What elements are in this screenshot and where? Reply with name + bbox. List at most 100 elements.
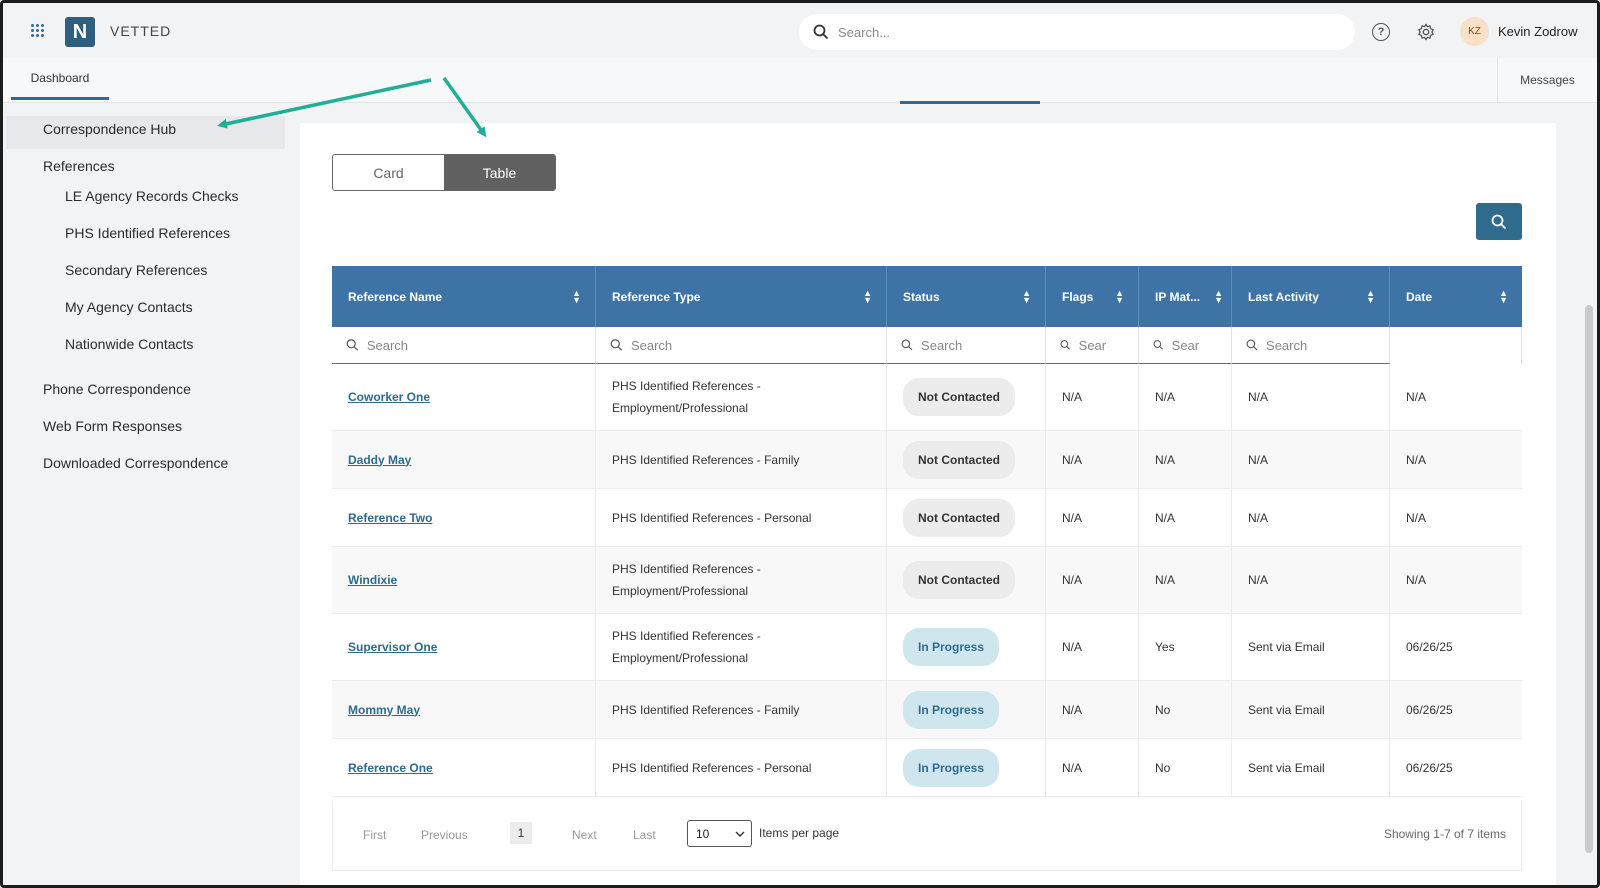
sort-icon[interactable]: ▲ ▼ [572,288,581,304]
filter-input[interactable] [630,337,886,353]
items-per-page-label: Items per page [759,826,840,840]
search-icon [1491,214,1507,229]
filter-input[interactable] [1171,337,1231,353]
filter-input[interactable] [1078,337,1138,353]
filter-reference-name [332,327,596,364]
global-search-input[interactable] [838,24,1318,40]
pagination-current-page[interactable]: 1 [510,822,532,844]
reference-link[interactable]: Reference One [348,757,433,779]
sidebar-item-references[interactable]: References [43,158,115,174]
pagination-first[interactable]: First [363,828,386,842]
table-row: Supervisor One PHS Identified References… [332,614,1522,681]
sidebar-item-secondary-references[interactable]: Secondary References [65,262,207,278]
sort-icon[interactable]: ▲ ▼ [1022,288,1031,304]
filter-ip-match [1139,327,1232,364]
sidebar-item-web-form-responses[interactable]: Web Form Responses [43,418,182,434]
cell-ip-match: N/A [1139,431,1232,488]
card-view-button[interactable]: Card [333,155,444,190]
cell-ip-match: Yes [1139,614,1232,680]
items-per-page-value: 10 [696,826,710,841]
column-label: Date [1406,289,1433,304]
filter-last-activity [1232,327,1390,364]
sort-icon[interactable]: ▲ ▼ [863,288,872,304]
user-name[interactable]: Kevin Zodrow [1498,24,1577,39]
items-per-page-select[interactable]: 10 [687,820,752,847]
vertical-scrollbar[interactable] [1585,305,1593,853]
column-header-date[interactable]: Date ▲ ▼ [1390,266,1522,327]
reference-link[interactable]: Daddy May [348,449,411,471]
column-header-flags[interactable]: Flags ▲ ▼ [1046,266,1139,327]
cell-reference-type: PHS Identified References - Personal [596,739,887,796]
cell-flags: N/A [1046,489,1139,546]
table-row: Reference One PHS Identified References … [332,739,1522,797]
filter-flags [1046,327,1139,364]
sidebar-item-nationwide-contacts[interactable]: Nationwide Contacts [65,336,193,352]
status-badge: Not Contacted [903,378,1015,416]
pagination-bar: First Previous 1 Next Last 10 Items per … [332,801,1522,871]
cell-last-activity: N/A [1232,431,1390,488]
sort-icon[interactable]: ▲ ▼ [1214,288,1223,304]
cell-reference-type: PHS Identified References - Employment/P… [596,364,887,430]
reference-link[interactable]: Coworker One [348,386,430,408]
gear-icon[interactable] [1417,23,1435,41]
status-badge: Not Contacted [903,498,1015,537]
cell-flags: N/A [1046,614,1139,680]
column-header-reference-type[interactable]: Reference Type ▲ ▼ [596,266,887,327]
sidebar-item-phone-correspondence[interactable]: Phone Correspondence [43,381,191,397]
cell-status: In Progress [887,739,1046,796]
chevron-down-icon [735,831,745,837]
sort-icon[interactable]: ▲ ▼ [1366,288,1375,304]
cell-date: 06/26/25 [1406,640,1453,654]
pagination-previous[interactable]: Previous [421,828,468,842]
cell-date: N/A [1406,573,1427,587]
cell-reference-type: PHS Identified References - Employment/P… [596,614,887,680]
global-search[interactable] [799,14,1355,50]
cell-reference-type: PHS Identified References - Employment/P… [596,547,887,613]
reference-link[interactable]: Mommy May [348,699,420,721]
column-header-last-activity[interactable]: Last Activity ▲ ▼ [1232,266,1390,327]
search-icon [901,339,913,351]
column-header-reference-name[interactable]: Reference Name ▲ ▼ [332,266,596,327]
filter-input[interactable] [366,337,595,353]
reference-link[interactable]: Windixie [348,569,397,591]
app-grid-icon[interactable] [31,24,45,38]
table-header: Reference Name ▲ ▼ Reference Type ▲ ▼ Status… [332,266,1522,327]
cell-last-activity: N/A [1232,364,1390,430]
column-header-status[interactable]: Status ▲ ▼ [887,266,1046,327]
column-label: Status [903,289,940,304]
cell-reference-name: Coworker One [332,364,596,430]
sort-icon[interactable]: ▲ ▼ [1499,288,1508,304]
pagination-next[interactable]: Next [572,828,597,842]
sidebar-item-downloaded-correspondence[interactable]: Downloaded Correspondence [43,455,228,471]
reference-link[interactable]: Reference Two [348,507,432,529]
filter-status [887,327,1046,364]
cell-date: N/A [1406,390,1427,404]
filter-input[interactable] [1266,337,1389,353]
sidebar-item-le-agency-records-checks[interactable]: LE Agency Records Checks [65,188,239,204]
tab-dashboard[interactable]: Dashboard [11,58,109,100]
status-badge: In Progress [903,748,1000,787]
pagination-last[interactable]: Last [633,828,656,842]
table-search-button[interactable] [1476,203,1522,240]
filter-input[interactable] [921,337,1045,353]
tab-underline [900,101,1040,104]
sidebar-item-correspondence-hub[interactable]: Correspondence Hub [43,121,176,137]
sidebar-item-my-agency-contacts[interactable]: My Agency Contacts [65,299,193,315]
avatar[interactable]: KZ [1460,17,1489,46]
cell-reference-name: Windixie [332,547,596,613]
column-header-ip-match[interactable]: IP Mat... ▲ ▼ [1139,266,1232,327]
search-icon [1060,340,1071,350]
cell-status: In Progress [887,681,1046,738]
cell-ip-match: No [1139,739,1232,796]
cell-status: Not Contacted [887,489,1046,546]
help-icon[interactable]: ? [1372,23,1390,41]
brand-logo[interactable]: N [65,17,95,47]
tab-messages[interactable]: Messages [1497,58,1597,102]
sort-icon[interactable]: ▲ ▼ [1115,288,1124,304]
cell-status: Not Contacted [887,431,1046,488]
reference-link[interactable]: Supervisor One [348,636,437,658]
table-view-button[interactable]: Table [444,155,555,190]
sidebar-item-phs-identified-references[interactable]: PHS Identified References [65,225,230,241]
nav-bar: Dashboard Messages [3,58,1597,103]
filter-reference-type [596,327,887,364]
